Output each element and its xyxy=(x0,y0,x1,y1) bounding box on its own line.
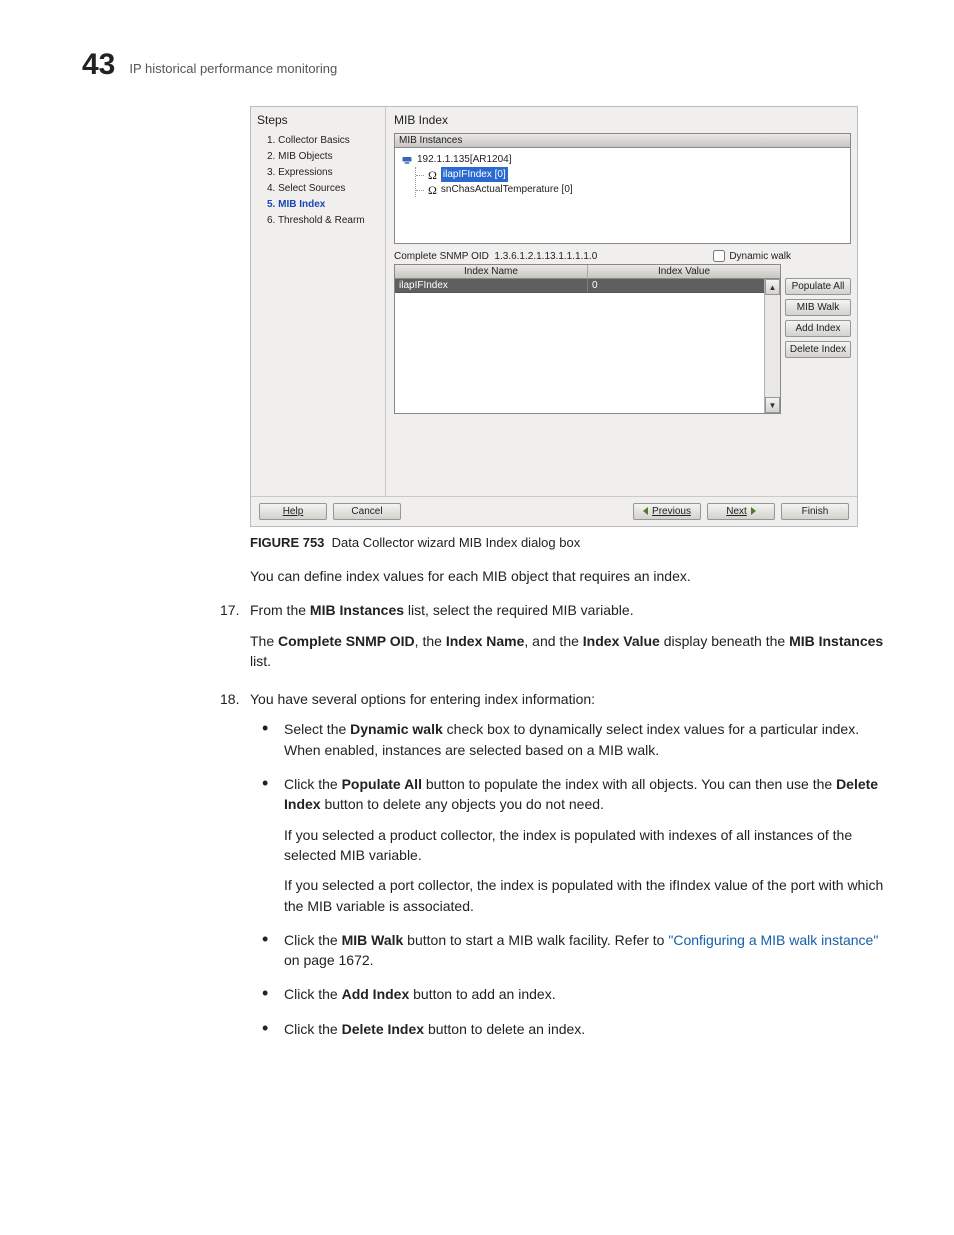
col-index-name: Index Name xyxy=(395,265,588,278)
steps-title: Steps xyxy=(257,113,379,127)
help-button[interactable]: Help xyxy=(259,503,327,520)
mib-walk-button[interactable]: MIB Walk xyxy=(785,299,851,316)
bullet-delete-index: Click the Delete Index button to delete … xyxy=(284,1019,886,1039)
table-row[interactable]: ilapIFIndex 0 xyxy=(395,279,780,293)
bullet-dynamic-walk: Select the Dynamic walk check box to dyn… xyxy=(284,719,886,760)
wizard-steps-panel: Steps 1. Collector Basics 2. MIB Objects… xyxy=(251,107,386,496)
add-index-button[interactable]: Add Index xyxy=(785,320,851,337)
figure-dialog: Steps 1. Collector Basics 2. MIB Objects… xyxy=(250,106,886,527)
link-configuring-mib-walk[interactable]: "Configuring a MIB walk instance" xyxy=(668,932,878,948)
tree-root[interactable]: 192.1.1.135[AR1204] xyxy=(401,152,846,167)
populate-all-button[interactable]: Populate All xyxy=(785,278,851,295)
tree-item[interactable]: Ω snChasActualTemperature [0] xyxy=(416,182,846,197)
mib-instances-box: MIB Instances 192.1.1.135[AR1204] Ω ilap… xyxy=(394,133,851,244)
scrollbar[interactable]: ▲ ▼ xyxy=(764,279,780,413)
figure-caption: FIGURE 753 Data Collector wizard MIB Ind… xyxy=(250,535,886,550)
tree-item-selected[interactable]: Ω ilapIFIndex [0] xyxy=(416,167,846,182)
step-4[interactable]: 4. Select Sources xyxy=(267,181,379,197)
intro-paragraph: You can define index values for each MIB… xyxy=(250,566,886,586)
omega-icon: Ω xyxy=(428,184,437,196)
scroll-down-icon[interactable]: ▼ xyxy=(765,397,780,413)
bullet-mib-walk: Click the MIB Walk button to start a MIB… xyxy=(284,930,886,971)
step-18: 18. You have several options for enterin… xyxy=(220,689,886,1053)
oid-display: Complete SNMP OID 1.3.6.1.2.1.13.1.1.1.1… xyxy=(394,251,597,262)
next-button[interactable]: Next xyxy=(707,503,775,520)
step-3[interactable]: 3. Expressions xyxy=(267,165,379,181)
finish-button[interactable]: Finish xyxy=(781,503,849,520)
device-icon xyxy=(401,154,413,166)
panel-title: MIB Index xyxy=(394,113,851,127)
bullet-populate-all: Click the Populate All button to populat… xyxy=(284,774,886,916)
step-6[interactable]: 6. Threshold & Rearm xyxy=(267,213,379,229)
page-header: 43 IP historical performance monitoring xyxy=(82,50,886,80)
col-index-value: Index Value xyxy=(588,265,780,278)
chapter-title: IP historical performance monitoring xyxy=(129,61,337,80)
scroll-up-icon[interactable]: ▲ xyxy=(765,279,780,295)
previous-button[interactable]: Previous xyxy=(633,503,701,520)
delete-index-button[interactable]: Delete Index xyxy=(785,341,851,358)
dynamic-walk-checkbox[interactable]: Dynamic walk xyxy=(713,250,791,262)
cancel-button[interactable]: Cancel xyxy=(333,503,401,520)
step-17: 17. From the MIB Instances list, select … xyxy=(220,600,886,681)
index-table[interactable]: Index Name Index Value ilapIFIndex 0 ▲ ▼ xyxy=(394,264,781,414)
chapter-number: 43 xyxy=(82,50,115,80)
omega-icon: Ω xyxy=(428,169,437,181)
step-1[interactable]: 1. Collector Basics xyxy=(267,133,379,149)
step-5-current[interactable]: 5. MIB Index xyxy=(267,197,379,213)
step-2[interactable]: 2. MIB Objects xyxy=(267,149,379,165)
bullet-add-index: Click the Add Index button to add an ind… xyxy=(284,984,886,1004)
mib-instances-label: MIB Instances xyxy=(395,134,850,148)
